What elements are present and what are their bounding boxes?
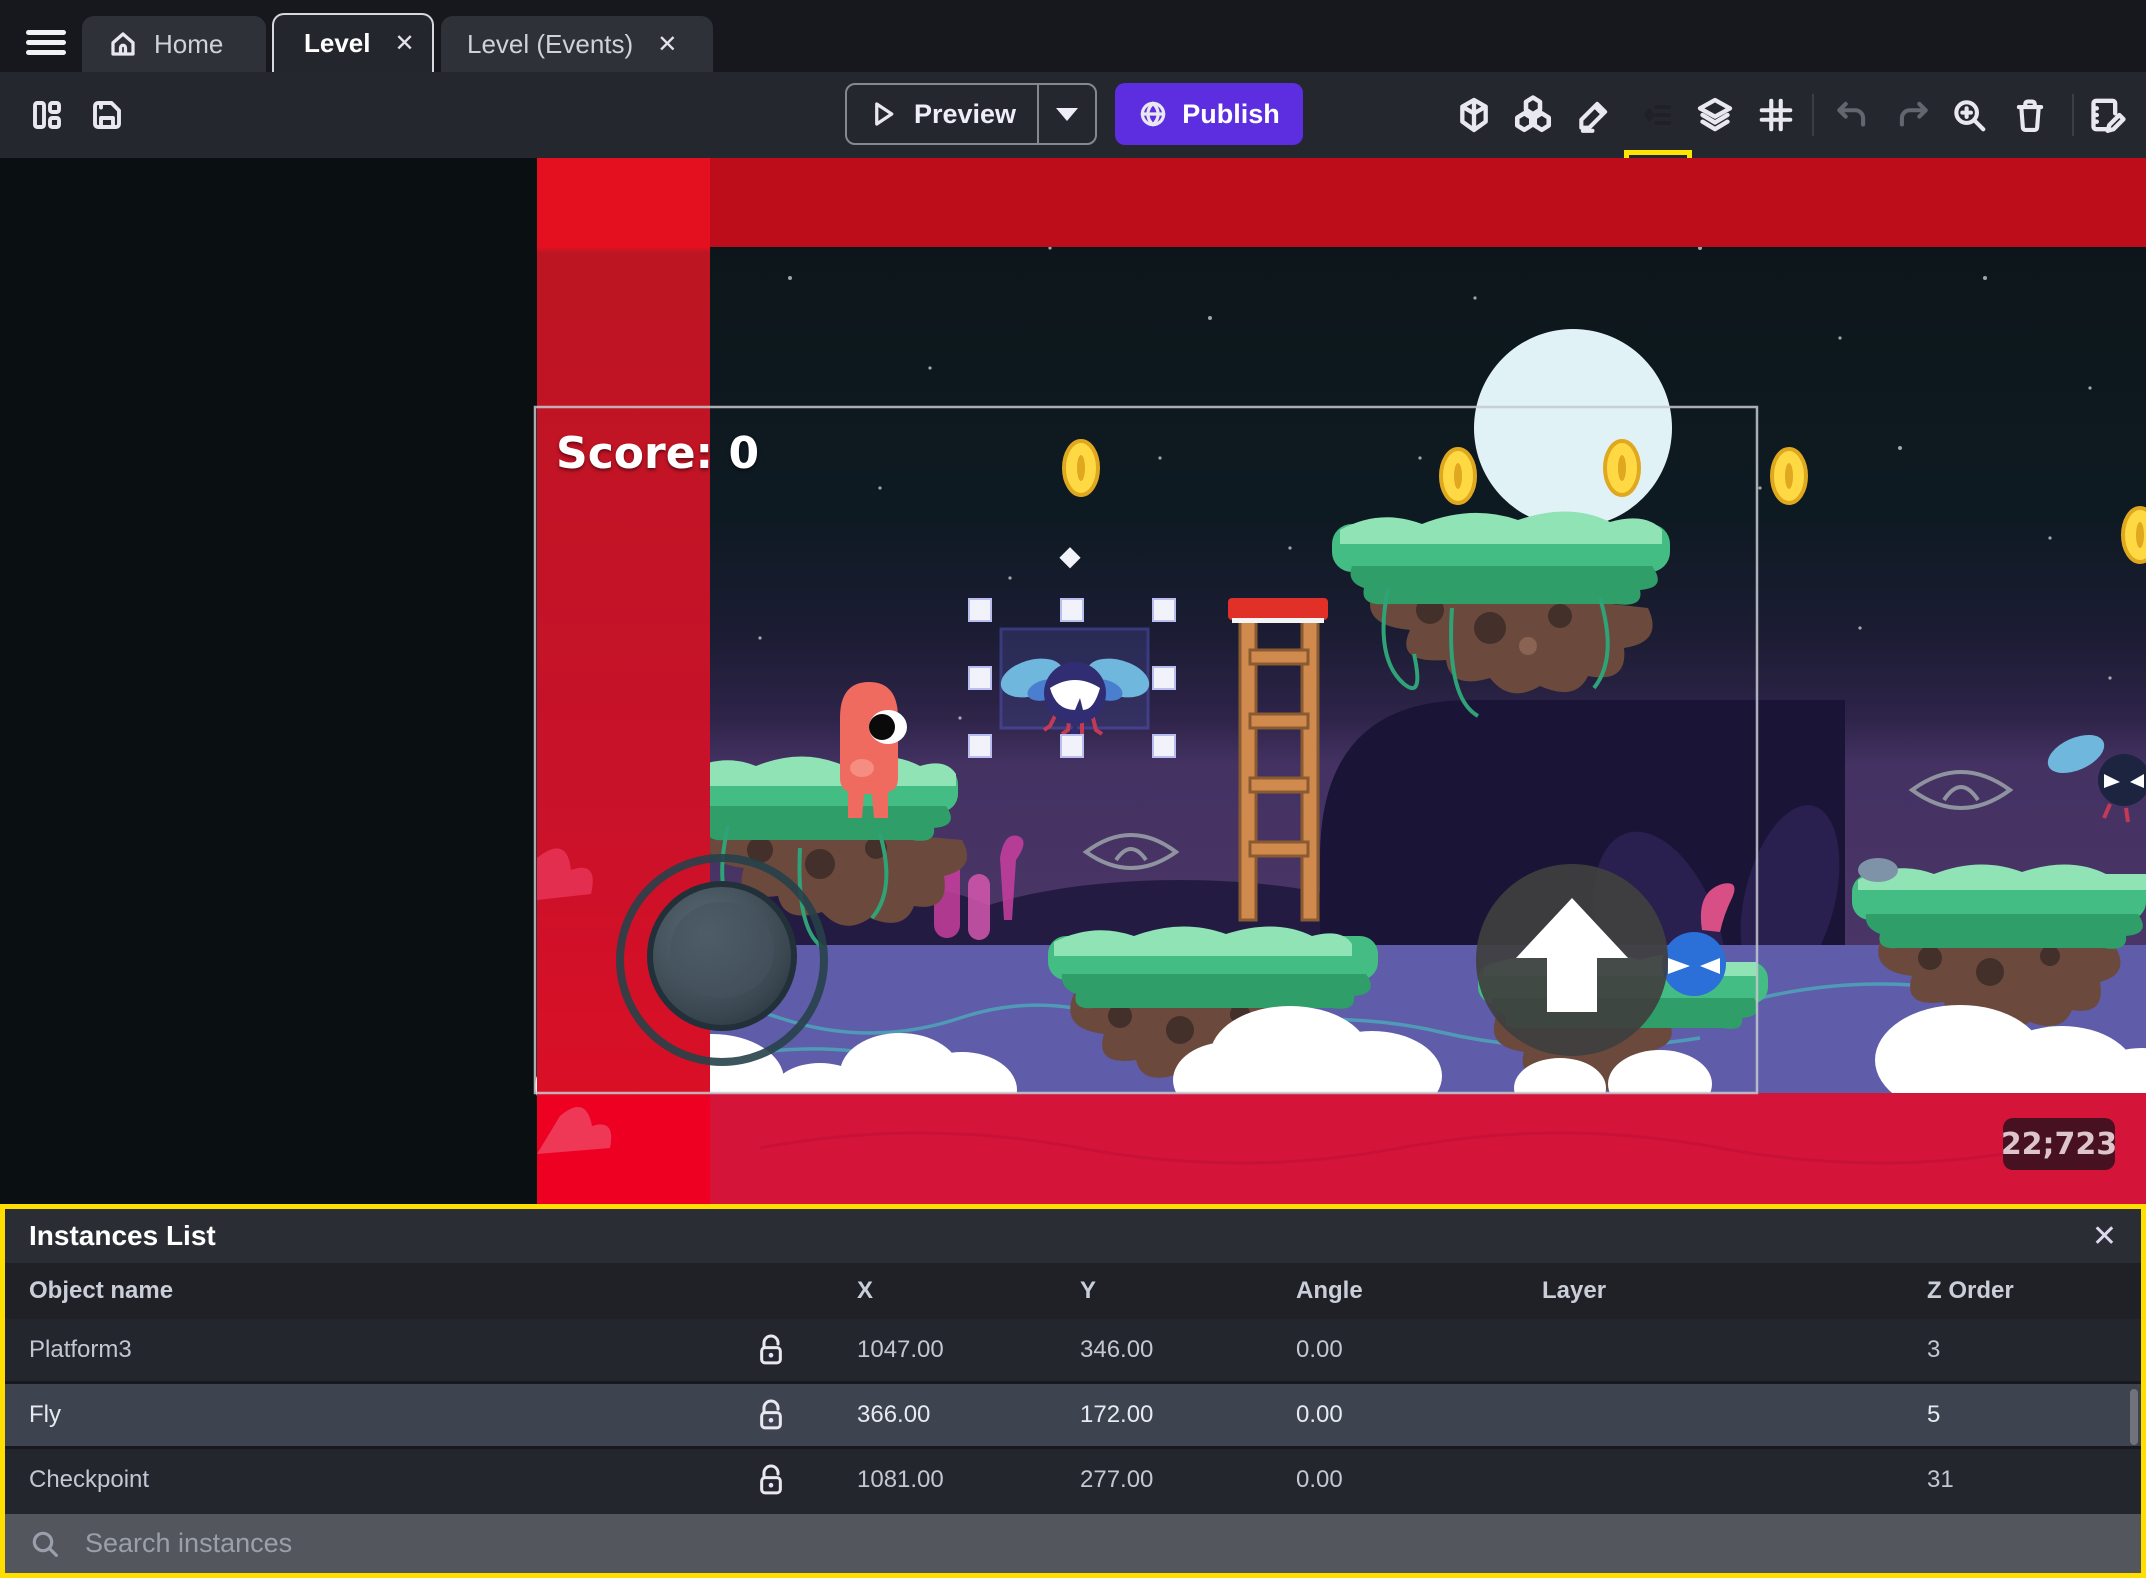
preview-button-label: Preview xyxy=(913,98,1017,129)
hamburger-menu-icon[interactable] xyxy=(26,30,66,56)
toolbar-divider xyxy=(1812,94,1814,136)
preview-button[interactable]: Preview xyxy=(845,83,1097,145)
play-icon xyxy=(875,102,894,126)
column-layer: Layer xyxy=(1542,1277,1607,1304)
red-ground xyxy=(710,1093,2146,1204)
grid-icon[interactable] xyxy=(1757,96,1795,134)
object-3d-icon[interactable] xyxy=(1454,95,1494,135)
instance-x: 1047.00 xyxy=(857,1336,944,1363)
instances-table-header: Object name X Y Angle Layer Z Order xyxy=(5,1263,2141,1319)
moon[interactable] xyxy=(1474,329,1672,527)
instance-angle: 0.00 xyxy=(1296,1466,1343,1493)
scene-editor-canvas[interactable]: Score: 0 22;723 xyxy=(0,158,2146,1204)
coin xyxy=(1770,447,1808,505)
instance-y: 172.00 xyxy=(1080,1401,1154,1428)
zoom-in-icon[interactable] xyxy=(1950,96,1988,134)
score-hud-text: Score: 0 xyxy=(556,428,760,479)
tab-level-events[interactable]: Level (Events) ✕ xyxy=(441,16,713,72)
unlock-icon[interactable] xyxy=(757,1463,785,1497)
coin xyxy=(1439,447,1477,505)
column-y: Y xyxy=(1080,1277,1097,1304)
scene-properties-icon[interactable] xyxy=(2086,95,2126,135)
tab-level[interactable]: Level ✕ xyxy=(272,13,434,72)
objects-cubes-icon[interactable] xyxy=(1512,94,1554,136)
search-instances-input[interactable] xyxy=(83,1527,1883,1560)
publish-button[interactable]: Publish xyxy=(1115,83,1303,145)
scene-graphics xyxy=(533,158,2146,1204)
tab-level-events-label: Level (Events) xyxy=(467,28,634,59)
tab-home-label: Home xyxy=(154,28,224,59)
instance-angle: 0.00 xyxy=(1296,1336,1343,1363)
search-icon xyxy=(29,1528,61,1560)
instances-list-panel: Instances List ✕ Object name X Y Angle L… xyxy=(0,1204,2146,1578)
instances-list-icon[interactable] xyxy=(1639,96,1677,134)
tab-level-label: Level xyxy=(304,28,371,58)
red-band-top xyxy=(710,158,2146,247)
tab-level-events-close-icon[interactable]: ✕ xyxy=(657,30,677,59)
instance-row-platform3[interactable]: Platform3 1047.00 346.00 0.00 3 xyxy=(5,1319,2141,1381)
rock xyxy=(1858,858,1898,882)
cursor-coordinates-badge: 22;723 xyxy=(2001,1118,2117,1170)
instance-row-checkpoint[interactable]: Checkpoint 1081.00 277.00 0.00 31 xyxy=(5,1449,2141,1511)
tab-level-close-icon[interactable]: ✕ xyxy=(395,29,415,58)
instance-z-order: 3 xyxy=(1927,1336,1941,1363)
instances-panel-title: Instances List xyxy=(29,1220,216,1251)
instances-search-bar xyxy=(5,1514,2141,1573)
tab-home[interactable]: Home xyxy=(82,16,266,72)
instance-y: 346.00 xyxy=(1080,1336,1154,1363)
instance-name: Fly xyxy=(29,1401,61,1428)
redo-icon[interactable] xyxy=(1894,96,1932,134)
column-angle: Angle xyxy=(1296,1277,1363,1304)
edit-pencil-icon[interactable] xyxy=(1575,96,1613,134)
column-z-order: Z Order xyxy=(1927,1277,2014,1304)
toolbar: Preview Publish xyxy=(0,72,2146,224)
tab-bar: Home Level ✕ Level (Events) ✕ xyxy=(0,0,2146,72)
instance-name: Checkpoint xyxy=(29,1466,150,1493)
instance-x: 1081.00 xyxy=(857,1466,944,1493)
close-icon[interactable]: ✕ xyxy=(2092,1219,2117,1254)
delete-trash-icon[interactable] xyxy=(2011,96,2049,134)
globe-icon xyxy=(1140,101,1166,127)
column-object-name: Object name xyxy=(29,1277,174,1304)
coin xyxy=(2121,506,2146,564)
coin xyxy=(1062,439,1100,497)
instance-z-order: 5 xyxy=(1927,1401,1941,1428)
publish-button-label: Publish xyxy=(1182,98,1280,129)
preview-dropdown-button[interactable] xyxy=(1039,107,1095,121)
column-x: X xyxy=(857,1277,874,1304)
panel-scrollbar[interactable] xyxy=(2130,1389,2138,1445)
panels-layout-icon[interactable] xyxy=(29,97,65,133)
save-icon[interactable] xyxy=(89,97,125,133)
toolbar-divider xyxy=(2072,94,2074,136)
coin xyxy=(1603,439,1641,497)
jump-button xyxy=(1476,864,1668,1056)
instance-x: 366.00 xyxy=(857,1401,931,1428)
undo-icon[interactable] xyxy=(1833,96,1871,134)
layers-icon[interactable] xyxy=(1695,95,1735,135)
home-icon xyxy=(108,29,138,59)
red-stripe xyxy=(537,158,710,1204)
gdevelop-editor-window: Home Level ✕ Level (Events) ✕ Preview Pu… xyxy=(0,0,2146,1578)
instance-y: 277.00 xyxy=(1080,1466,1154,1493)
unlock-icon[interactable] xyxy=(757,1333,785,1367)
instances-panel-titlebar: Instances List ✕ xyxy=(5,1209,2141,1263)
instance-name: Platform3 xyxy=(29,1336,132,1363)
instance-row-fly-selected[interactable]: Fly 366.00 172.00 0.00 5 xyxy=(5,1384,2141,1446)
instance-z-order: 31 xyxy=(1927,1466,1954,1493)
chevron-down-icon xyxy=(1056,107,1078,121)
instance-angle: 0.00 xyxy=(1296,1401,1343,1428)
unlock-icon[interactable] xyxy=(757,1398,785,1432)
